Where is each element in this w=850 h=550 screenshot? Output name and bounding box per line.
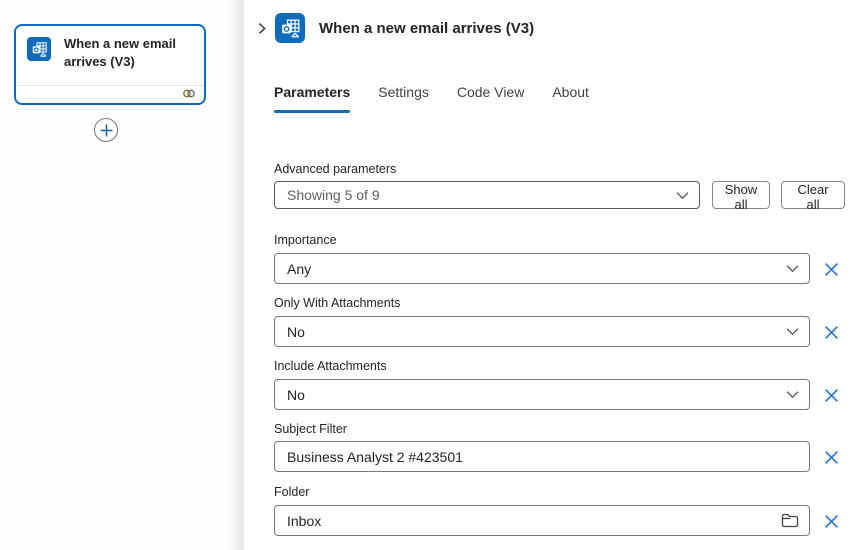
folder-value: Inbox [287, 513, 781, 529]
show-all-button[interactable]: Show all [712, 181, 770, 209]
tab-code-view[interactable]: Code View [457, 84, 524, 113]
importance-value: Any [287, 261, 786, 277]
include-attachments-clear-button[interactable] [821, 385, 841, 405]
advanced-parameters-dropdown[interactable]: Showing 5 of 9 [274, 181, 700, 209]
importance-label: Importance [274, 233, 337, 247]
outlook-connector-icon [275, 13, 305, 43]
plus-icon [100, 124, 113, 137]
only-with-attachments-clear-button[interactable] [821, 322, 841, 342]
folder-input[interactable]: Inbox [274, 505, 810, 536]
clear-all-button[interactable]: Clear all [781, 181, 845, 209]
trigger-card-header: When a new email arrives (V3) [16, 26, 204, 85]
subject-filter-label: Subject Filter [274, 422, 347, 436]
folder-icon [781, 513, 799, 528]
chevron-down-icon [786, 390, 799, 399]
folder-clear-button[interactable] [821, 511, 841, 531]
chevron-right-icon [255, 22, 268, 35]
trigger-card-title: When a new email arrives (V3) [64, 35, 194, 71]
close-icon [824, 262, 839, 277]
close-icon [824, 514, 839, 529]
close-icon [824, 450, 839, 465]
connection-link-icon [182, 88, 196, 99]
advanced-parameters-label: Advanced parameters [274, 162, 396, 176]
add-action-button[interactable] [94, 118, 118, 142]
collapse-panel-button[interactable] [249, 16, 273, 40]
tab-about[interactable]: About [552, 84, 589, 113]
trigger-card[interactable]: When a new email arrives (V3) [14, 24, 206, 105]
tab-settings[interactable]: Settings [378, 84, 429, 113]
panel-title: When a new email arrives (V3) [319, 20, 534, 37]
chevron-down-icon [786, 264, 799, 273]
only-with-attachments-dropdown[interactable]: No [274, 316, 810, 347]
panel-tabs: Parameters Settings Code View About [274, 84, 589, 113]
flow-designer: When a new email arrives (V3) [0, 0, 850, 550]
trigger-settings-panel: When a new email arrives (V3) Parameters… [243, 0, 850, 550]
tab-parameters[interactable]: Parameters [274, 84, 350, 113]
close-icon [824, 388, 839, 403]
subject-filter-input[interactable]: Business Analyst 2 #423501 [274, 441, 810, 472]
flow-canvas: When a new email arrives (V3) [0, 0, 243, 550]
close-icon [824, 325, 839, 340]
outlook-connector-icon [27, 37, 51, 61]
subject-filter-clear-button[interactable] [821, 447, 841, 467]
chevron-down-icon [786, 327, 799, 336]
folder-label: Folder [274, 485, 309, 499]
include-attachments-label: Include Attachments [274, 359, 387, 373]
subject-filter-value: Business Analyst 2 #423501 [287, 449, 799, 465]
trigger-card-footer [16, 85, 204, 103]
include-attachments-dropdown[interactable]: No [274, 379, 810, 410]
importance-clear-button[interactable] [821, 259, 841, 279]
folder-picker-button[interactable] [781, 513, 799, 528]
advanced-parameters-dropdown-value: Showing 5 of 9 [287, 187, 676, 203]
include-attachments-value: No [287, 387, 786, 403]
only-with-attachments-label: Only With Attachments [274, 296, 400, 310]
only-with-attachments-value: No [287, 324, 786, 340]
importance-dropdown[interactable]: Any [274, 253, 810, 284]
panel-header: When a new email arrives (V3) [244, 12, 534, 44]
chevron-down-icon [676, 191, 689, 200]
